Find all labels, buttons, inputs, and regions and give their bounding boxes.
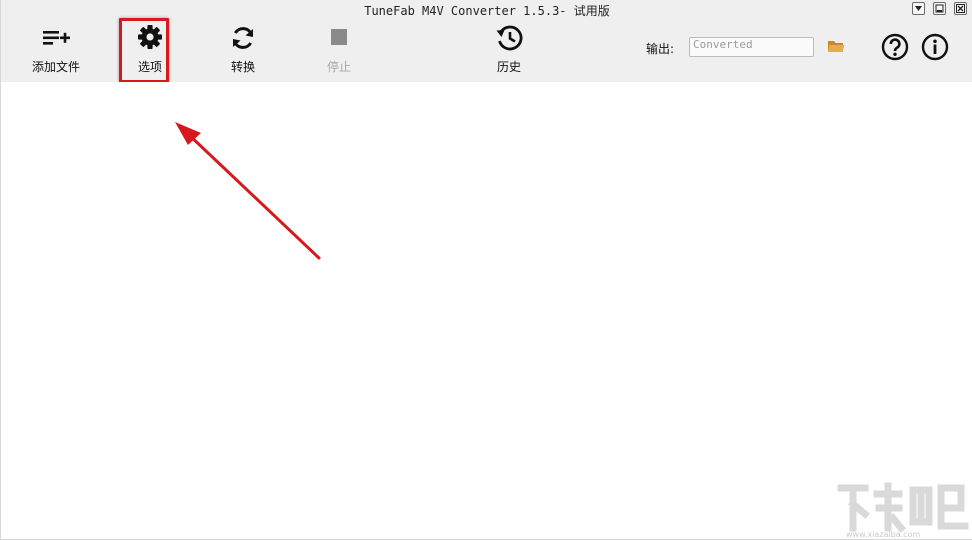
history-icon — [496, 25, 523, 51]
convert-button[interactable]: 转换 — [203, 20, 283, 80]
history-button[interactable]: 历史 — [469, 20, 549, 80]
add-files-label: 添加文件 — [31, 60, 80, 74]
minimize-button[interactable] — [933, 2, 946, 15]
watermark-url: www.xiazaiba.com — [846, 530, 921, 539]
close-button[interactable] — [954, 2, 967, 15]
convert-label: 转换 — [230, 60, 255, 74]
stop-label: 停止 — [326, 60, 351, 74]
output-label: 输出: — [646, 42, 675, 56]
minimize-icon — [935, 4, 944, 13]
help-circle-icon[interactable] — [881, 33, 909, 61]
refresh-icon — [233, 27, 253, 49]
history-label: 历史 — [496, 60, 521, 74]
window-title: TuneFab M4V Converter 1.5.3- 试用版 — [364, 4, 610, 18]
output-folder-input[interactable]: Converted — [689, 37, 814, 57]
file-list-area — [2, 82, 972, 539]
app-window: TuneFab M4V Converter 1.5.3- 试用版 添加文件 选项… — [0, 0, 972, 540]
info-circle-icon[interactable] — [921, 33, 949, 61]
folder-icon[interactable] — [827, 38, 845, 54]
add-files-button[interactable]: 添加文件 — [16, 20, 96, 80]
dropdown-menu-button[interactable] — [912, 2, 925, 15]
toolbar: TuneFab M4V Converter 1.5.3- 试用版 添加文件 选项… — [1, 0, 972, 83]
stop-icon — [331, 29, 347, 45]
caret-down-icon — [915, 6, 922, 11]
watermark-logo — [837, 482, 969, 533]
close-icon — [956, 4, 965, 13]
stop-button[interactable]: 停止 — [299, 20, 379, 80]
playlist-add-icon — [43, 31, 70, 45]
options-highlight-box — [119, 18, 169, 83]
